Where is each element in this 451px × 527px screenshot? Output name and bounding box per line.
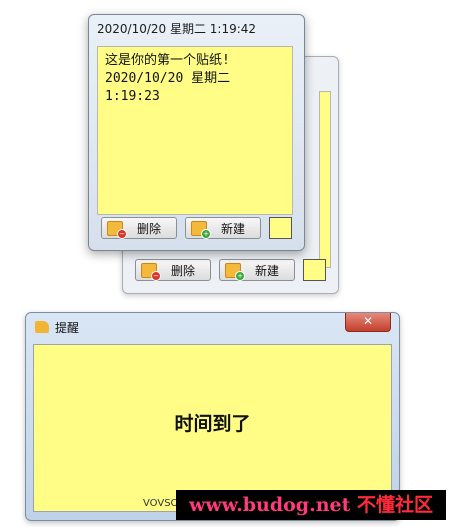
sticky-note-window[interactable]: 2020/10/20 星期二 1:19:42 这是你的第一个贴纸! 2020/1…	[88, 14, 305, 251]
new-button[interactable]: + 新建	[185, 217, 261, 239]
watermark-cn: 不懂社区	[357, 494, 434, 516]
note-content: 这是你的第一个贴纸! 2020/10/20 星期二 1:19:23	[105, 53, 231, 104]
note-text-area[interactable]: 这是你的第一个贴纸! 2020/10/20 星期二 1:19:23	[97, 46, 293, 215]
app-icon	[35, 321, 49, 333]
note-add-icon: +	[191, 220, 211, 239]
new-button[interactable]: + 新建	[219, 259, 295, 281]
delete-button[interactable]: − 删除	[135, 259, 211, 281]
delete-button[interactable]: − 删除	[101, 217, 177, 239]
new-button-label: 新建	[221, 221, 246, 236]
note-delete-icon: −	[107, 220, 127, 239]
note-toolbar: − 删除 + 新建	[101, 217, 301, 239]
note-add-icon: +	[225, 262, 245, 281]
note-toolbar: − 删除 + 新建	[135, 259, 335, 281]
close-button[interactable]: ✕	[345, 313, 391, 332]
reminder-message: 时间到了	[174, 413, 251, 435]
note-delete-icon: −	[141, 262, 161, 281]
site-watermark: www.budog.net 不懂社区	[176, 490, 446, 520]
color-picker[interactable]	[269, 217, 292, 239]
new-button-label: 新建	[255, 263, 280, 278]
note-area-edge	[319, 91, 331, 268]
reminder-body: 时间到了 VOVSOFT	[33, 344, 392, 512]
window-title: 提醒	[55, 321, 80, 335]
watermark-site: www.budog.net	[188, 494, 351, 516]
delete-button-label: 删除	[137, 221, 162, 236]
delete-button-label: 删除	[171, 263, 196, 278]
color-picker[interactable]	[303, 259, 326, 281]
note-title: 2020/10/20 星期二 1:19:42	[97, 22, 257, 36]
